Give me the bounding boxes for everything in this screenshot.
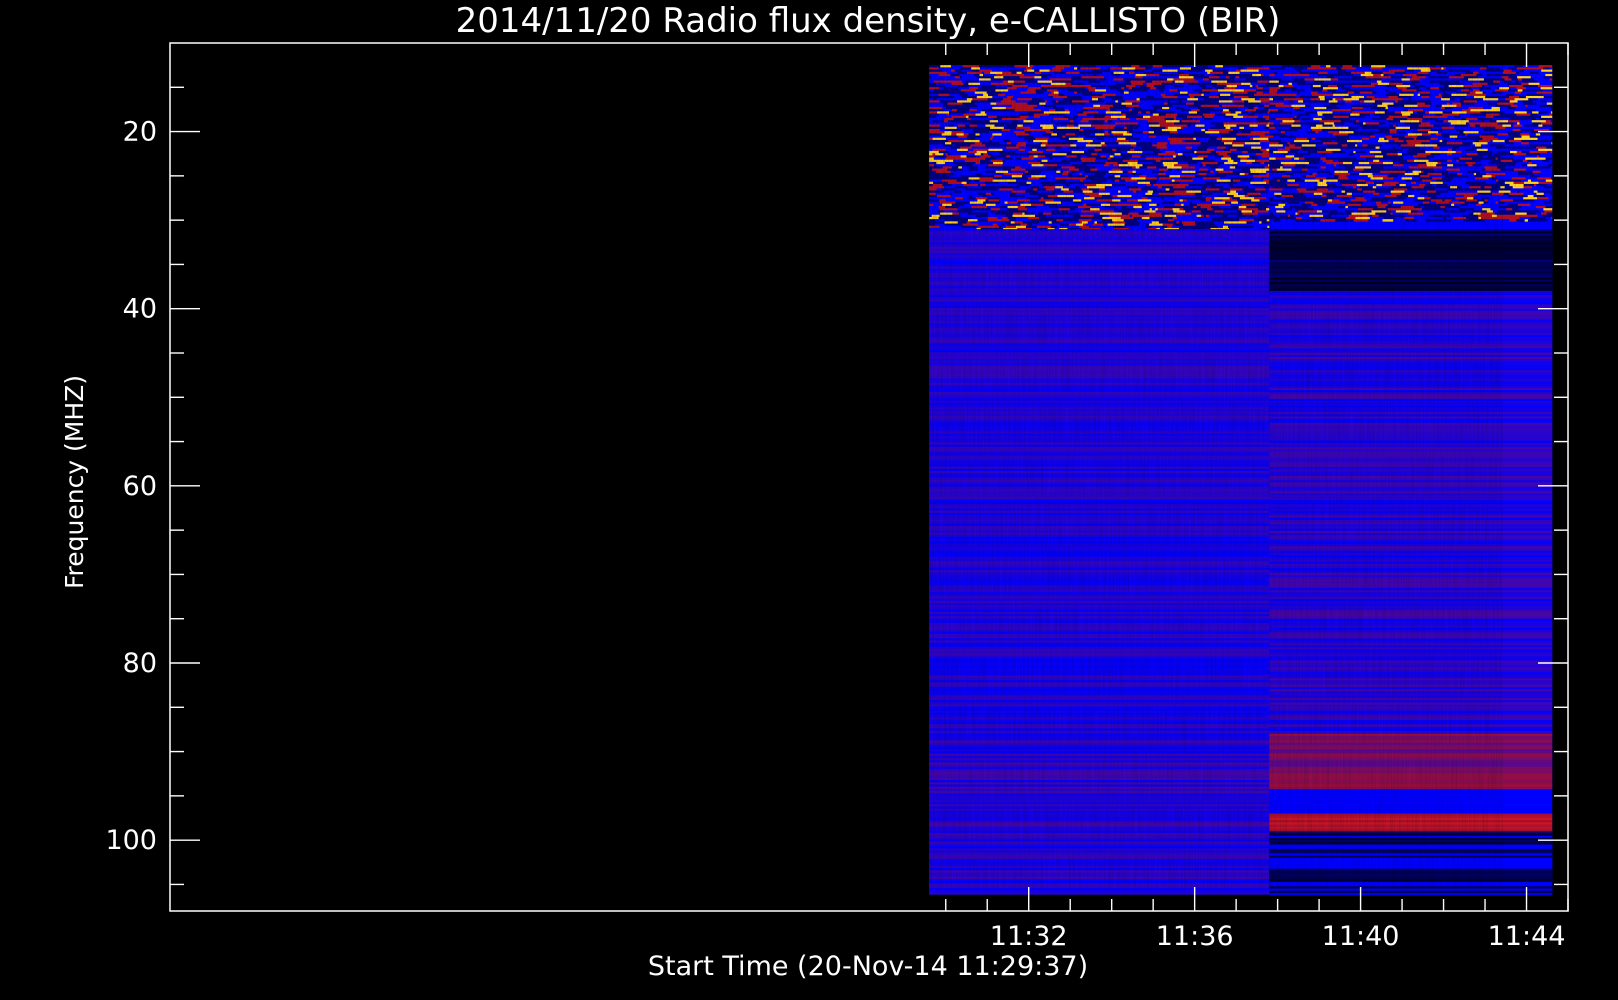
x-axis-label: Start Time (20-Nov-14 11:29:37) [648,951,1088,982]
x-tick-label: 11:40 [1322,921,1400,952]
y-axis-label: Frequency (MHZ) [60,375,89,589]
y-tick-label: 100 [105,825,157,856]
y-tick-label: 80 [123,648,157,679]
heatmap-texture [235,64,1503,890]
x-tick-label: 11:44 [1488,921,1566,952]
y-tick-label: 20 [123,117,157,148]
y-tick-label: 40 [123,294,157,325]
spectrogram-chart: 2014/11/20 Radio flux density, e-CALLIST… [60,1,1569,982]
chart-title: 2014/11/20 Radio flux density, e-CALLIST… [456,1,1281,41]
x-tick-label: 11:32 [990,921,1068,952]
y-tick-label: 60 [123,471,157,502]
x-tick-label: 11:36 [1156,921,1234,952]
